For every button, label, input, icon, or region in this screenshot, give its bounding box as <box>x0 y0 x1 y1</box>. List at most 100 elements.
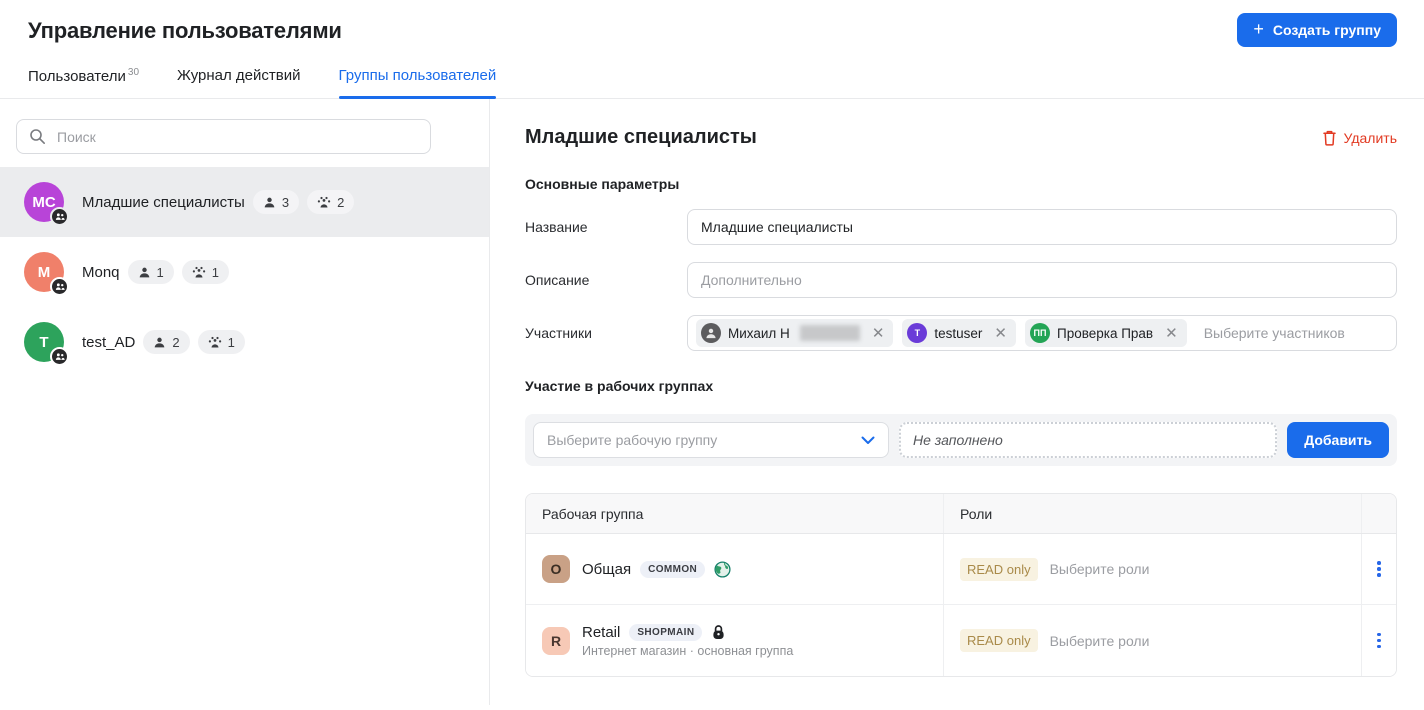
members-label: Участники <box>525 325 687 341</box>
column-header-group: Рабочая группа <box>526 494 944 533</box>
description-label: Описание <box>525 272 687 288</box>
members-placeholder: Выберите участников <box>1204 325 1345 341</box>
remove-member-icon[interactable]: ✕ <box>994 326 1007 341</box>
group-name: Monq <box>82 264 120 281</box>
main-params-section-title: Основные параметры <box>525 176 1397 192</box>
table-header-row: Рабочая группа Роли <box>526 494 1396 534</box>
detail-header: Младшие специалисты Удалить <box>525 126 1397 149</box>
tab-users-label: Пользователи <box>28 68 126 85</box>
member-chip: ПП Проверка Прав ✕ <box>1025 319 1187 347</box>
group-name: test_AD <box>82 334 135 351</box>
remove-member-icon[interactable]: ✕ <box>872 326 885 341</box>
tab-action-log[interactable]: Журнал действий <box>177 67 300 98</box>
remove-member-icon[interactable]: ✕ <box>1165 326 1178 341</box>
create-group-label: Создать группу <box>1273 22 1381 38</box>
group-list-item[interactable]: M Monq 1 1 <box>0 237 489 307</box>
person-icon <box>153 336 166 349</box>
work-group-initial: R <box>551 633 561 649</box>
member-avatar <box>701 323 721 343</box>
trash-icon <box>1322 129 1337 146</box>
subgroups-count-badge: 1 <box>198 330 245 354</box>
lock-icon <box>711 624 726 640</box>
subgroups-count: 1 <box>212 265 219 280</box>
add-work-group-label: Добавить <box>1304 432 1372 448</box>
work-group-select[interactable]: Выберите рабочую группу <box>533 422 889 458</box>
roles-empty-label: Не заполнено <box>913 432 1003 448</box>
person-icon <box>138 266 151 279</box>
users-count-badge: 2 <box>143 330 189 354</box>
group-avatar: M <box>24 252 64 292</box>
description-form-row: Описание <box>525 262 1397 298</box>
roles-cell[interactable]: READ only Выберите роли <box>944 534 1362 604</box>
group-name: Младшие специалисты <box>82 194 245 211</box>
globe-icon <box>714 561 731 578</box>
work-group-avatar: R <box>542 627 570 655</box>
users-count: 2 <box>172 335 179 350</box>
member-avatar-initials: ПП <box>1034 328 1047 338</box>
create-group-button[interactable]: + Создать группу <box>1237 13 1397 47</box>
group-name-input[interactable] <box>687 209 1397 245</box>
person-photo-icon <box>705 327 717 339</box>
person-icon <box>263 196 276 209</box>
member-avatar: ПП <box>1030 323 1050 343</box>
tab-users-count: 30 <box>128 67 139 78</box>
work-group-cell: O Общая COMMON <box>526 534 944 604</box>
work-group-name: Общая <box>582 561 631 578</box>
members-input[interactable]: Михаил Н ✕ T testuser ✕ ПП Проверка Прав… <box>687 315 1397 351</box>
member-name: testuser <box>934 326 982 341</box>
work-group-name-wrap: Retail SHOPMAIN Интернет магазин · основ… <box>582 624 793 658</box>
search-icon <box>29 128 46 145</box>
roles-placeholder: Выберите роли <box>1050 561 1150 577</box>
member-avatar-initials: T <box>915 328 921 338</box>
group-description-input[interactable] <box>687 262 1397 298</box>
delete-group-button[interactable]: Удалить <box>1322 129 1397 146</box>
member-avatar: T <box>907 323 927 343</box>
group-detail-panel: Младшие специалисты Удалить Основные пар… <box>490 99 1424 705</box>
role-badge: READ only <box>960 558 1038 581</box>
work-group-avatar: O <box>542 555 570 583</box>
work-group-subtitle: Интернет магазин · основная группа <box>582 644 793 658</box>
group-list-item[interactable]: T test_AD 2 1 <box>0 307 489 377</box>
tab-users[interactable]: Пользователи30 <box>28 67 139 98</box>
delete-group-label: Удалить <box>1344 130 1397 146</box>
roles-cell[interactable]: READ only Выберите роли <box>944 605 1362 676</box>
group-avatar-initials: M <box>38 264 51 281</box>
chevron-down-icon <box>861 436 875 445</box>
work-group-cell: R Retail SHOPMAIN Интернет магазин · осн… <box>526 605 944 676</box>
row-menu-cell <box>1362 534 1396 604</box>
members-form-row: Участники Михаил Н ✕ T testuser ✕ ПП <box>525 315 1397 351</box>
work-group-initial: O <box>551 561 562 577</box>
group-detail-title: Младшие специалисты <box>525 126 757 149</box>
group-type-badge-icon <box>50 347 69 366</box>
user-group-icon <box>208 336 222 349</box>
users-count-badge: 3 <box>253 190 299 214</box>
work-groups-table: Рабочая группа Роли O Общая COMMON <box>525 493 1397 677</box>
plus-icon: + <box>1253 20 1264 38</box>
work-group-name: Retail <box>582 624 620 641</box>
subgroups-count: 2 <box>337 195 344 210</box>
add-work-group-button[interactable]: Добавить <box>1287 422 1389 458</box>
roles-empty-field[interactable]: Не заполнено <box>899 422 1277 458</box>
work-groups-section-title: Участие в рабочих группах <box>525 378 1397 394</box>
work-group-tag: COMMON <box>640 561 705 578</box>
top-bar: Управление пользователями + Создать груп… <box>0 0 1424 47</box>
name-form-row: Название <box>525 209 1397 245</box>
tab-action-log-label: Журнал действий <box>177 67 300 84</box>
column-header-roles: Роли <box>944 494 1362 533</box>
subgroups-count: 1 <box>228 335 235 350</box>
row-menu-cell <box>1362 605 1396 676</box>
table-row: R Retail SHOPMAIN Интернет магазин · осн… <box>526 605 1396 676</box>
search-input[interactable] <box>16 119 431 154</box>
kebab-menu-icon[interactable] <box>1371 555 1387 583</box>
search-field-wrap <box>16 119 431 154</box>
subgroups-count-badge: 1 <box>182 260 229 284</box>
tab-user-groups-label: Группы пользователей <box>339 67 497 84</box>
tab-user-groups[interactable]: Группы пользователей <box>339 67 497 98</box>
group-list-item[interactable]: МС Младшие специалисты 3 2 <box>0 167 489 237</box>
user-group-icon <box>192 266 206 279</box>
kebab-menu-icon[interactable] <box>1371 627 1387 655</box>
group-avatar: МС <box>24 182 64 222</box>
column-header-menu <box>1362 494 1396 533</box>
users-count: 1 <box>157 265 164 280</box>
group-type-badge-icon <box>50 277 69 296</box>
